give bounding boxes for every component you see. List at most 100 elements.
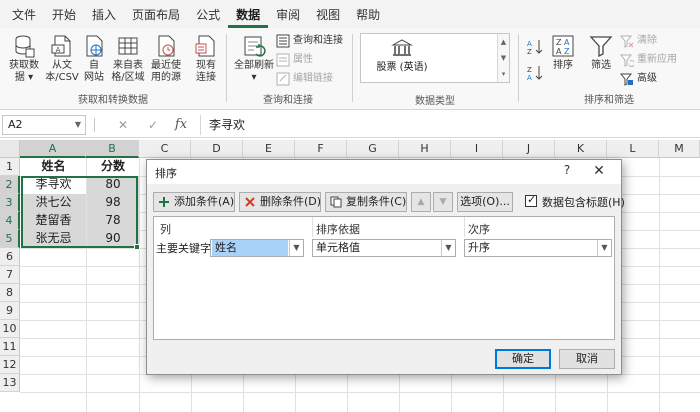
column-header-d[interactable]: D — [191, 140, 243, 158]
reapply-button[interactable]: 重新应用 — [620, 51, 677, 69]
order-dropdown[interactable]: 升序 ▼ — [464, 239, 612, 257]
column-header-l[interactable]: L — [607, 140, 659, 158]
from-text-button[interactable]: A 从文 本/CSV — [42, 32, 82, 90]
row-header-1[interactable]: 1 — [0, 158, 20, 176]
gallery-up-icon[interactable]: ▲ — [498, 34, 509, 50]
cell-b5[interactable]: 90 — [87, 230, 139, 248]
row-header-11[interactable]: 11 — [0, 338, 20, 356]
queries-connections-button[interactable]: 查询和连接 — [276, 32, 343, 50]
insert-function-icon[interactable]: fx — [172, 116, 190, 134]
row-header-9[interactable]: 9 — [0, 302, 20, 320]
ok-button[interactable]: 确定 — [495, 349, 551, 369]
tab-insert[interactable]: 插入 — [84, 4, 124, 28]
cell-a5[interactable]: 张无忌 — [21, 230, 86, 248]
options-button[interactable]: 选项(O)... — [457, 192, 513, 212]
sort-icon: ZAAZ — [552, 35, 574, 57]
column-header-g[interactable]: G — [347, 140, 399, 158]
cell-a1[interactable]: 姓名 — [21, 158, 86, 176]
advanced-filter-button[interactable]: 高级 — [620, 70, 657, 88]
tab-page-layout[interactable]: 页面布局 — [124, 4, 188, 28]
row-header-13[interactable]: 13 — [0, 374, 20, 392]
name-box[interactable]: A2 ▼ — [2, 115, 86, 135]
column-header-m[interactable]: M — [659, 140, 700, 158]
tab-home[interactable]: 开始 — [44, 4, 84, 28]
column-header-a[interactable]: A — [20, 140, 86, 158]
list-divider — [312, 217, 313, 237]
help-button[interactable]: ? — [557, 163, 577, 181]
fill-handle[interactable] — [134, 244, 140, 250]
clear-filter-button[interactable]: 清除 — [620, 32, 657, 50]
tab-formulas[interactable]: 公式 — [188, 4, 228, 28]
gallery-scroll[interactable]: ▲ ▼ ▾ — [497, 34, 509, 82]
dialog-titlebar[interactable]: 排序 ? ✕ — [147, 160, 621, 184]
cancel-button[interactable]: 取消 — [559, 349, 615, 369]
column-header-b[interactable]: B — [86, 140, 139, 158]
column-header-c[interactable]: C — [139, 140, 191, 158]
from-table-button[interactable]: 来自表 格/区域 — [108, 32, 148, 90]
row-header-7[interactable]: 7 — [0, 266, 20, 284]
cell-b2[interactable]: 80 — [87, 176, 139, 194]
add-level-button[interactable]: 添加条件(A) — [153, 192, 235, 212]
cell-a3[interactable]: 洪七公 — [21, 194, 86, 212]
existing-connections-button[interactable]: 现有 连接 — [186, 32, 226, 90]
cell-b1[interactable]: 分数 — [87, 158, 139, 176]
enter-icon[interactable]: ✓ — [144, 116, 162, 134]
filter-button[interactable]: 筛选 — [584, 32, 618, 90]
column-header-f[interactable]: F — [295, 140, 347, 158]
cancel-icon[interactable]: ✕ — [114, 116, 132, 134]
column-header-k[interactable]: K — [555, 140, 607, 158]
row-header-4[interactable]: 4 — [0, 212, 20, 230]
sort-descending-button[interactable]: ZA — [526, 64, 547, 82]
row-header-3[interactable]: 3 — [0, 194, 20, 212]
tab-file[interactable]: 文件 — [4, 4, 44, 28]
refresh-all-button[interactable]: 全部刷新 ▾ — [232, 32, 276, 90]
name-box-dropdown-icon[interactable]: ▼ — [75, 116, 81, 134]
column-header-e[interactable]: E — [243, 140, 295, 158]
sort-by-dropdown[interactable]: 姓名 ▼ — [210, 239, 304, 257]
select-all-corner[interactable] — [0, 140, 20, 158]
get-data-button[interactable]: 获取数 据 ▾ — [4, 32, 44, 90]
from-web-button[interactable]: 自 网站 — [78, 32, 110, 90]
recent-sources-button[interactable]: 最近使 用的源 — [146, 32, 186, 90]
move-up-button[interactable]: ▲ — [411, 192, 431, 212]
properties-button[interactable]: 属性 — [276, 51, 313, 69]
row-header-6[interactable]: 6 — [0, 248, 20, 266]
cell-b4[interactable]: 78 — [87, 212, 139, 230]
delete-level-button[interactable]: 删除条件(D) — [239, 192, 321, 212]
sort-on-dropdown[interactable]: 单元格值 ▼ — [312, 239, 456, 257]
row-header-8[interactable]: 8 — [0, 284, 20, 302]
formula-input[interactable]: 李寻欢 — [200, 115, 696, 135]
has-headers-checkbox[interactable]: ✓ — [525, 193, 537, 207]
gallery-down-icon[interactable]: ▼ — [498, 50, 509, 66]
data-types-gallery[interactable]: 股票 (英语) ▲ ▼ ▾ — [360, 33, 510, 83]
cell-a2[interactable]: 李寻欢 — [21, 176, 86, 194]
row-header-10[interactable]: 10 — [0, 320, 20, 338]
tab-help[interactable]: 帮助 — [348, 4, 388, 28]
tab-data[interactable]: 数据 — [228, 4, 269, 28]
gallery-more-icon[interactable]: ▾ — [498, 66, 509, 82]
row-header-12[interactable]: 12 — [0, 356, 20, 374]
queries-icon — [276, 34, 290, 48]
copy-level-button[interactable]: 复制条件(C) — [325, 192, 407, 212]
column-header-i[interactable]: I — [451, 140, 503, 158]
stocks-data-type[interactable]: 股票 (英语) — [367, 38, 437, 73]
delete-level-label: 删除条件(D) — [260, 195, 322, 208]
row-header-5[interactable]: 5 — [0, 230, 20, 248]
column-header-h[interactable]: H — [399, 140, 451, 158]
order-header-label: 次序 — [468, 223, 490, 236]
existing-connections-label: 现有 — [196, 60, 216, 71]
close-button[interactable]: ✕ — [587, 163, 611, 181]
sort-ascending-button[interactable]: AZ — [526, 38, 547, 56]
tab-review[interactable]: 审阅 — [268, 4, 308, 28]
column-header-j[interactable]: J — [503, 140, 555, 158]
group-label-queries: 查询和连接 — [263, 95, 313, 106]
sort-za-icon: ZA — [527, 66, 543, 82]
tab-view[interactable]: 视图 — [308, 4, 348, 28]
add-level-label: 添加条件(A) — [174, 195, 235, 208]
cell-a4[interactable]: 楚留香 — [21, 212, 86, 230]
sort-button[interactable]: ZAAZ 排序 — [548, 32, 578, 90]
cell-b3[interactable]: 98 — [87, 194, 139, 212]
move-down-button[interactable]: ▼ — [433, 192, 453, 212]
row-header-2[interactable]: 2 — [0, 176, 20, 194]
edit-links-button[interactable]: 编辑链接 — [276, 70, 333, 88]
